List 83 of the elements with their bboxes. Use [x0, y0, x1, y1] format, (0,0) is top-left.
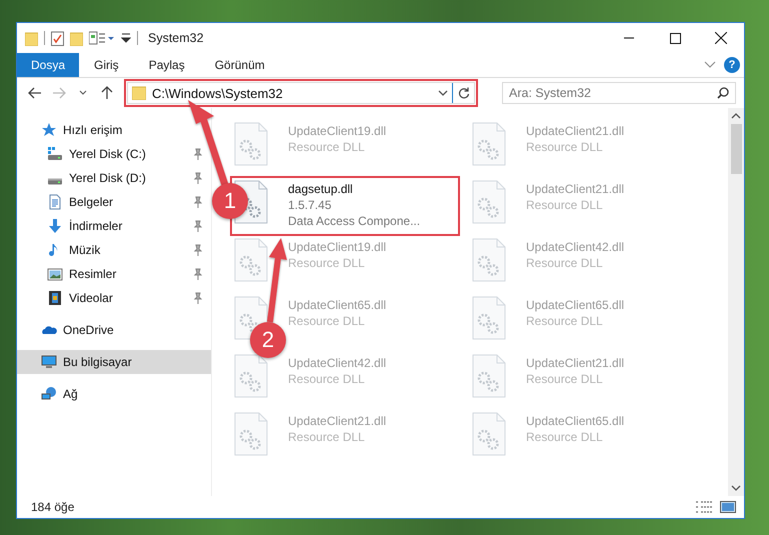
drive-icon — [47, 146, 63, 162]
file-name: UpdateClient21.dll — [526, 355, 624, 371]
file-detail: Resource DLL — [526, 255, 604, 271]
file-detail: Resource DLL — [526, 197, 604, 213]
ribbon-tab[interactable]: Paylaş — [134, 53, 200, 77]
file-detail: Resource DLL — [288, 313, 366, 329]
details-view-icon[interactable] — [696, 501, 712, 513]
file-detail: Resource DLL — [288, 371, 366, 387]
scroll-thumb[interactable] — [730, 124, 742, 174]
file-detail: Data Access Compone... — [288, 213, 420, 229]
item-count: 184 öğe — [31, 500, 74, 514]
dropdown-icon[interactable] — [121, 32, 131, 44]
close-icon — [715, 32, 727, 44]
document-icon — [47, 194, 63, 210]
address-bar[interactable]: C:\Windows\System32 — [127, 82, 475, 104]
pin-icon[interactable] — [193, 148, 203, 160]
drive-icon — [47, 178, 63, 184]
sidebar-item[interactable]: OneDrive — [17, 318, 211, 342]
pin-icon[interactable] — [193, 268, 203, 280]
properties-icon[interactable] — [51, 30, 64, 46]
file-name: UpdateClient21.dll — [288, 413, 386, 429]
file-name: UpdateClient19.dll — [288, 123, 386, 139]
picture-icon — [47, 266, 63, 282]
pin-icon[interactable] — [193, 196, 203, 208]
chevron-down-icon[interactable] — [704, 61, 716, 69]
refresh-icon — [458, 87, 470, 99]
file-detail: Resource DLL — [288, 429, 366, 445]
file-name: UpdateClient42.dll — [288, 355, 386, 371]
sidebar-item[interactable]: Yerel Disk (C:) — [17, 142, 211, 166]
back-arrow-icon — [28, 87, 42, 99]
file-detail: Resource DLL — [526, 429, 604, 445]
file-name: UpdateClient65.dll — [526, 297, 624, 313]
pin-icon[interactable] — [193, 220, 203, 232]
star-icon — [41, 122, 57, 138]
file-name: UpdateClient21.dll — [526, 123, 624, 139]
forward-arrow-icon — [52, 87, 66, 99]
folder-icon — [132, 86, 146, 100]
folder-icon — [25, 30, 38, 46]
scroll-up-icon[interactable] — [731, 112, 741, 120]
address-text: C:\Windows\System32 — [152, 86, 284, 100]
search-icon — [717, 87, 729, 99]
window-title: System32 — [148, 31, 204, 45]
monitor-icon — [41, 354, 57, 370]
sidebar-item[interactable]: Hızlı erişim — [17, 118, 211, 142]
sidebar-item[interactable]: Ağ — [17, 382, 211, 406]
chevron-down-icon[interactable] — [438, 88, 448, 98]
file-detail: Resource DLL — [526, 139, 604, 155]
help-button[interactable]: ? — [724, 57, 740, 73]
up-arrow-icon — [101, 86, 113, 100]
search-field[interactable]: Ara: System32 — [502, 82, 736, 104]
network-icon — [41, 386, 57, 402]
ribbon-tab[interactable]: Dosya — [17, 53, 80, 77]
sidebar-item[interactable]: Müzik — [17, 238, 211, 262]
sidebar-item[interactable]: Yerel Disk (D:) — [17, 166, 211, 190]
file-name: UpdateClient65.dll — [288, 297, 386, 313]
customize-toolbar-icon[interactable] — [89, 30, 115, 46]
sidebar-item[interactable]: Resimler — [17, 262, 211, 286]
sidebar-item[interactable]: Bu bilgisayar — [17, 350, 211, 374]
down-arrow-icon — [47, 218, 63, 234]
ribbon-tab[interactable]: Giriş — [79, 53, 134, 77]
maximize-icon — [670, 32, 680, 44]
scrollbar[interactable] — [728, 108, 744, 496]
sidebar-item[interactable]: İndirmeler — [17, 214, 211, 238]
pin-icon[interactable] — [193, 172, 203, 184]
file-name: UpdateClient21.dll — [526, 181, 624, 197]
film-icon — [47, 290, 63, 306]
file-name: UpdateClient42.dll — [526, 239, 624, 255]
file-name: UpdateClient65.dll — [526, 413, 624, 429]
ribbon-tab[interactable]: Görünüm — [200, 53, 280, 77]
scroll-down-icon[interactable] — [731, 484, 741, 492]
file-detail: Resource DLL — [288, 255, 366, 271]
large-icons-view-icon[interactable] — [720, 501, 736, 513]
file-detail: Resource DLL — [526, 313, 604, 329]
file-name: dagsetup.dll — [288, 181, 354, 197]
file-detail: Resource DLL — [526, 371, 604, 387]
chevron-down-icon — [79, 90, 87, 96]
file-detail: 1.5.7.45 — [288, 197, 332, 213]
sidebar-item[interactable]: Belgeler — [17, 190, 211, 214]
file-detail: Resource DLL — [288, 139, 366, 155]
sidebar-item[interactable]: Videolar — [17, 286, 211, 310]
pin-icon[interactable] — [193, 244, 203, 256]
pin-icon[interactable] — [193, 292, 203, 304]
file-name: UpdateClient19.dll — [288, 239, 386, 255]
